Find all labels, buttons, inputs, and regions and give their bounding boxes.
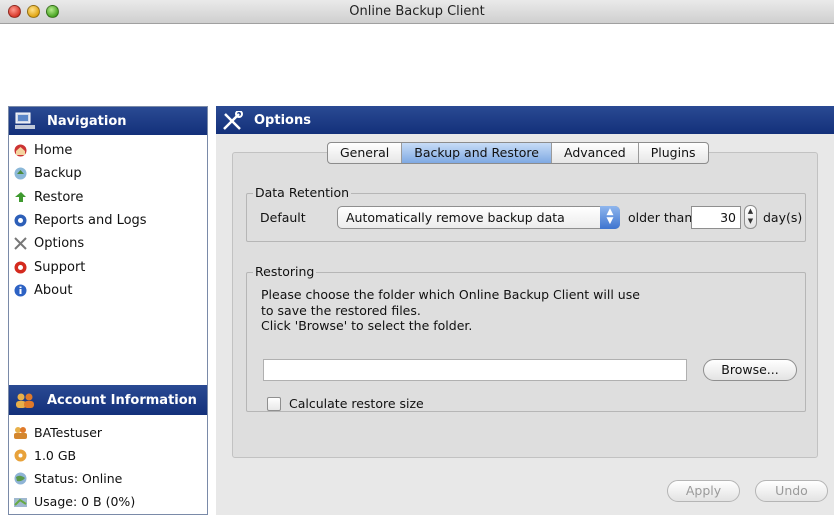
nav-item-label: Restore: [34, 189, 84, 205]
restoring-line-3: Click 'Browse' to select the folder.: [261, 318, 473, 333]
restoring-instructions: Please choose the folder which Online Ba…: [261, 287, 640, 334]
nav-item-home[interactable]: Home: [9, 139, 207, 162]
nav-item-label: Backup: [34, 166, 82, 182]
account-user: BATestuser: [9, 421, 207, 444]
retention-policy-value: Automatically remove backup data: [346, 210, 565, 225]
backup-icon: [13, 166, 28, 181]
account-username: BATestuser: [34, 425, 103, 440]
options-title: Options: [254, 112, 311, 128]
nav-item-backup[interactable]: Backup: [9, 162, 207, 185]
nav-item-label: About: [34, 282, 73, 298]
nav-item-label: Options: [34, 236, 85, 252]
users-icon: [15, 391, 37, 409]
navigation-icon: [15, 112, 37, 130]
restoring-line-2: to save the restored files.: [261, 302, 421, 318]
account-header: Account Information: [9, 385, 207, 415]
calculate-restore-size-checkbox[interactable]: [267, 397, 281, 411]
user-icon: [13, 425, 28, 440]
tab-backup-and-restore[interactable]: Backup and Restore: [402, 143, 552, 163]
account-status: Status: Online: [9, 467, 207, 490]
restoring-label: Restoring: [253, 264, 317, 279]
account-title: Account Information: [47, 392, 197, 408]
default-label: Default: [260, 210, 306, 225]
retention-policy-select[interactable]: Automatically remove backup data ▲ ▼: [337, 206, 620, 229]
account-usage-value: Usage: 0 B (0%): [34, 494, 136, 509]
undo-button[interactable]: Undo: [755, 480, 828, 502]
restoring-line-1: Please choose the folder which Online Ba…: [261, 287, 640, 302]
account-usage: Usage: 0 B (0%): [9, 490, 207, 513]
retention-days-input[interactable]: 30: [691, 206, 741, 229]
browse-button[interactable]: Browse...: [703, 359, 797, 381]
nav-item-support[interactable]: Support: [9, 255, 207, 278]
nav-item-options[interactable]: Options: [9, 232, 207, 255]
usage-icon: [13, 494, 28, 509]
navigation-list: Home Backup Restore Reports and Logs Opt…: [9, 135, 207, 302]
nav-item-reports-and-logs[interactable]: Reports and Logs: [9, 209, 207, 232]
account-quota: 1.0 GB: [9, 444, 207, 467]
retention-days-stepper[interactable]: ▲ ▼: [744, 205, 757, 229]
tab-plugins[interactable]: Plugins: [639, 143, 708, 163]
data-retention-group: Data Retention Default Automatically rem…: [246, 185, 806, 242]
options-panel: Options General Backup and Restore Advan…: [216, 106, 834, 515]
apply-button[interactable]: Apply: [667, 480, 740, 502]
tools-icon: [222, 110, 244, 130]
window-title: Online Backup Client: [349, 4, 485, 19]
account-status-value: Status: Online: [34, 471, 123, 486]
nav-item-restore[interactable]: Restore: [9, 186, 207, 209]
tab-general[interactable]: General: [328, 143, 403, 163]
days-unit-label: day(s): [763, 210, 803, 225]
calculate-restore-size-label: Calculate restore size: [289, 396, 424, 411]
options-tabs: General Backup and Restore Advanced Plug…: [327, 142, 709, 164]
disk-icon: [13, 448, 28, 463]
restoring-group: Restoring Please choose the folder which…: [246, 264, 806, 412]
window-titlebar: Online Backup Client: [0, 0, 834, 24]
options-header: Options: [216, 106, 834, 134]
left-panel: Navigation Home Backup Restore Reports a…: [8, 106, 208, 515]
support-icon: [13, 260, 28, 275]
restore-icon: [13, 190, 28, 205]
restore-folder-input[interactable]: [263, 359, 687, 381]
data-retention-label: Data Retention: [253, 185, 352, 200]
nav-item-label: Home: [34, 143, 73, 159]
globe-icon: [13, 471, 28, 486]
account-panel: Account Information BATestuser 1.0 GB St…: [9, 385, 207, 513]
tab-content: Data Retention Default Automatically rem…: [232, 152, 818, 458]
nav-item-about[interactable]: About: [9, 279, 207, 302]
about-icon: [13, 283, 28, 298]
select-arrows-icon: ▲ ▼: [600, 206, 620, 229]
older-than-label: older than: [628, 210, 693, 225]
options-icon: [13, 236, 28, 251]
nav-item-label: Support: [34, 259, 86, 275]
tab-advanced[interactable]: Advanced: [552, 143, 639, 163]
account-quota-value: 1.0 GB: [34, 448, 77, 463]
home-icon: [13, 143, 28, 158]
reports-icon: [13, 213, 28, 228]
navigation-header: Navigation: [9, 107, 207, 135]
navigation-title: Navigation: [47, 113, 127, 129]
nav-item-label: Reports and Logs: [34, 213, 147, 229]
